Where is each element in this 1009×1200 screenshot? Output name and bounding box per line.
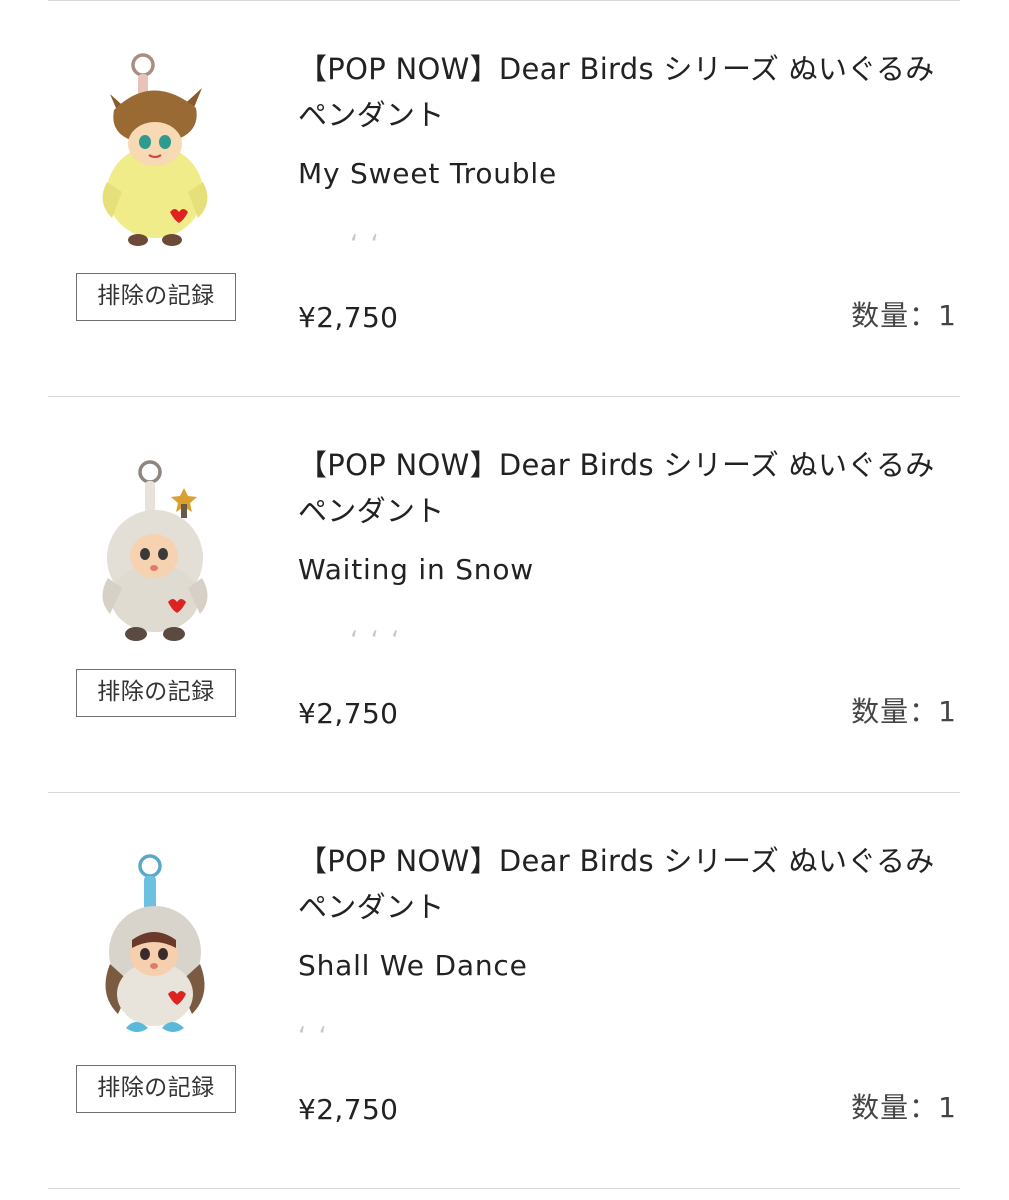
- clipped-text-fragment: ʻ ʻ: [350, 230, 381, 246]
- divider: [48, 1188, 960, 1189]
- product-image-shall-we-dance[interactable]: [92, 844, 218, 1044]
- product-price: ¥2,750: [298, 1093, 399, 1126]
- quantity-label: 数量：1: [851, 695, 957, 728]
- cart-item[interactable]: 排除の記録 【POP NOW】Dear Birds シリーズ ぬいぐるみペンダン…: [0, 396, 1009, 792]
- exclude-record-button[interactable]: 排除の記録: [76, 669, 236, 717]
- product-variant: Waiting in Snow: [298, 553, 534, 586]
- exclude-record-button[interactable]: 排除の記録: [76, 1065, 236, 1113]
- product-title[interactable]: 【POP NOW】Dear Birds シリーズ ぬいぐるみペンダント: [298, 46, 948, 138]
- product-image-my-sweet-trouble[interactable]: [92, 52, 218, 252]
- product-title[interactable]: 【POP NOW】Dear Birds シリーズ ぬいぐるみペンダント: [298, 442, 948, 534]
- product-variant: Shall We Dance: [298, 949, 528, 982]
- clipped-text-fragment: ʻ ʻ ʻ: [350, 626, 402, 642]
- cart-item[interactable]: 排除の記録 【POP NOW】Dear Birds シリーズ ぬいぐるみペンダン…: [0, 792, 1009, 1188]
- product-variant: My Sweet Trouble: [298, 157, 557, 190]
- quantity-label: 数量：1: [851, 299, 957, 332]
- product-price: ¥2,750: [298, 697, 399, 730]
- product-price: ¥2,750: [298, 301, 399, 334]
- cart-item-list: 排除の記録 【POP NOW】Dear Birds シリーズ ぬいぐるみペンダン…: [0, 0, 1009, 1200]
- clipped-text-fragment: ʻ ʻ: [298, 1022, 329, 1038]
- quantity-label: 数量：1: [851, 1091, 957, 1124]
- product-title[interactable]: 【POP NOW】Dear Birds シリーズ ぬいぐるみペンダント: [298, 838, 948, 930]
- product-image-waiting-in-snow[interactable]: [92, 448, 218, 648]
- exclude-record-button[interactable]: 排除の記録: [76, 273, 236, 321]
- cart-item[interactable]: 排除の記録 【POP NOW】Dear Birds シリーズ ぬいぐるみペンダン…: [0, 0, 1009, 396]
